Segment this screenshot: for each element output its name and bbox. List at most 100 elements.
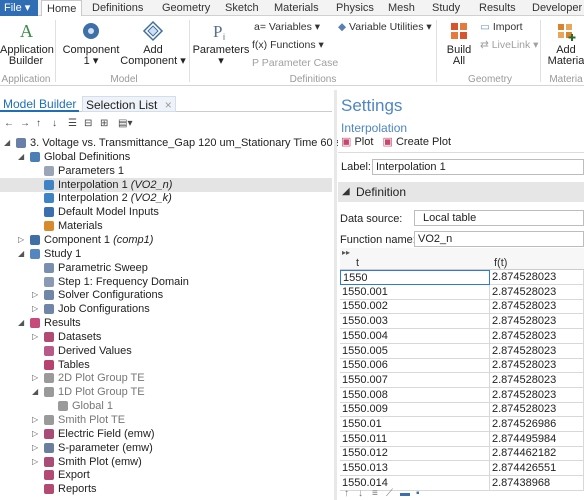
view-options-icon[interactable]: ▤▾ <box>118 118 132 129</box>
table-row[interactable]: 1550.007 2.874528023 <box>340 372 584 388</box>
table-row[interactable]: 1550.008 2.874528023 <box>340 387 584 403</box>
tree-item[interactable]: Reports <box>0 482 332 496</box>
expanded-arrow-icon[interactable]: ◢ <box>18 316 26 330</box>
delete-row-icon[interactable]: ≡ <box>372 488 378 499</box>
tab-developer[interactable]: Developer <box>532 0 582 16</box>
table-cell-t[interactable]: 1550.006 <box>340 358 490 374</box>
collapsed-arrow-icon[interactable]: ▷ <box>32 427 40 441</box>
table-row[interactable]: 1550.006 2.874528023 <box>340 358 584 374</box>
tab-definitions[interactable]: Definitions <box>92 0 143 16</box>
collapsed-arrow-icon[interactable]: ▷ <box>32 288 40 302</box>
column-header-t[interactable]: t <box>356 257 359 269</box>
collapse-icon[interactable]: ⊟ <box>84 118 92 129</box>
application-builder-button[interactable]: A Application Builder <box>0 20 54 67</box>
table-cell-ft[interactable]: 2.874526986 <box>490 417 584 432</box>
pane-divider[interactable] <box>334 90 337 500</box>
table-cell-t[interactable]: 1550.012 <box>340 446 490 462</box>
tree-item[interactable]: Materials <box>0 219 332 233</box>
expanded-arrow-icon[interactable]: ◢ <box>18 247 26 261</box>
table-cell-t[interactable]: 1550.013 <box>340 461 490 477</box>
tree-item[interactable]: Parameters 1 <box>0 164 332 178</box>
table-row[interactable]: 1550.01 2.874526986 <box>340 417 584 432</box>
tree-item[interactable]: Tables <box>0 358 332 372</box>
tree-item[interactable]: Parametric Sweep <box>0 261 332 275</box>
table-row[interactable]: 1550.012 2.874462182 <box>340 446 584 462</box>
file-menu-tab[interactable]: File ▾ <box>0 0 38 16</box>
add-material-button[interactable]: Add Materia <box>546 20 584 67</box>
table-cell-ft[interactable]: 2.874528023 <box>490 299 584 315</box>
back-arrow-icon[interactable]: ← <box>4 118 14 129</box>
expanded-arrow-icon[interactable]: ◢ <box>4 136 12 150</box>
tree-item[interactable]: Global 1 <box>0 399 332 413</box>
column-header-ft[interactable]: f(t) <box>494 257 507 269</box>
forward-arrow-icon[interactable]: → <box>20 118 30 129</box>
expanded-arrow-icon[interactable]: ◢ <box>18 150 26 164</box>
tree-item[interactable]: Default Model Inputs <box>0 205 332 219</box>
table-row[interactable]: 1550.003 2.874528023 <box>340 314 584 330</box>
collapsed-arrow-icon[interactable]: ▷ <box>18 233 26 247</box>
livelink-button[interactable]: ⇄ LiveLink ▾ <box>480 39 538 51</box>
clear-table-icon[interactable]: ⟋ <box>386 488 393 499</box>
tree-item[interactable]: ▷ Job Configurations <box>0 302 332 316</box>
plot-button[interactable]: ▣ Plot <box>341 136 373 148</box>
table-cell-t[interactable]: 1550.004 <box>340 328 490 344</box>
expanded-arrow-icon[interactable]: ◢ <box>32 385 40 399</box>
functions-button[interactable]: f(x) Functions ▾ <box>252 39 324 51</box>
table-cell-ft[interactable]: 2.874462182 <box>490 446 584 462</box>
tree-item[interactable]: ▷ Electric Field (emw) <box>0 427 332 441</box>
tree-item[interactable]: Derived Values <box>0 344 332 358</box>
table-row[interactable]: 1550.001 2.874528023 <box>340 284 584 300</box>
tab-materials[interactable]: Materials <box>274 0 319 16</box>
tree-item[interactable]: ▷ Datasets <box>0 330 332 344</box>
table-cell-ft[interactable]: 2.874528023 <box>490 314 584 330</box>
up-arrow-icon[interactable]: ↑ <box>36 118 41 129</box>
table-cell-ft[interactable]: 2.874528023 <box>490 358 584 374</box>
collapsed-arrow-icon[interactable]: ▷ <box>32 455 40 469</box>
table-cell-t[interactable]: 1550 <box>340 270 490 285</box>
tab-sketch[interactable]: Sketch <box>225 0 259 16</box>
label-field[interactable]: Interpolation 1 <box>372 159 584 175</box>
table-cell-t[interactable]: 1550.007 <box>340 372 490 388</box>
show-icon[interactable]: ☰ <box>68 118 77 129</box>
save-icon[interactable]: ▪ <box>416 488 420 499</box>
add-component-button[interactable]: Add Component ▾ <box>120 20 186 67</box>
table-cell-ft[interactable]: 2.874426551 <box>490 461 584 477</box>
parameter-case-button[interactable]: P Parameter Case <box>252 57 338 69</box>
table-cell-t[interactable]: 1550.005 <box>340 343 490 359</box>
parameters-button[interactable]: Pi Parameters ▾ <box>192 20 250 67</box>
down-arrow-icon[interactable]: ↓ <box>52 118 57 129</box>
load-icon[interactable]: ▬ <box>400 488 410 499</box>
collapsed-arrow-icon[interactable]: ▷ <box>32 441 40 455</box>
table-cell-ft[interactable]: 2.874528023 <box>490 270 584 285</box>
data-source-select[interactable]: Local table <box>414 210 584 226</box>
component-button[interactable]: Component 1 ▾ <box>62 20 120 67</box>
tree-item[interactable]: ▷ Smith Plot TE <box>0 413 332 427</box>
collapsed-arrow-icon[interactable]: ▷ <box>32 302 40 316</box>
table-cell-ft[interactable]: 2.874495984 <box>490 431 584 447</box>
collapsed-arrow-icon[interactable]: ▷ <box>32 330 40 344</box>
table-cell-t[interactable]: 1550.001 <box>340 284 490 300</box>
tree-item[interactable]: Interpolation 2 (VO2_k) <box>0 191 332 205</box>
table-cell-ft[interactable]: 2.874528023 <box>490 328 584 344</box>
table-cell-ft[interactable]: 2.874528023 <box>490 284 584 300</box>
tree-item[interactable]: Step 1: Frequency Domain <box>0 275 332 289</box>
table-cell-t[interactable]: 1550.003 <box>340 314 490 330</box>
build-all-button[interactable]: Build All <box>442 20 476 67</box>
tree-item[interactable]: ▷ S-parameter (emw) <box>0 441 332 455</box>
tab-results[interactable]: Results <box>479 0 516 16</box>
table-cell-t[interactable]: 1550.009 <box>340 402 490 418</box>
table-cell-ft[interactable]: 2.874528023 <box>490 387 584 403</box>
move-down-icon[interactable]: ↓ <box>358 488 363 499</box>
table-cell-t[interactable]: 1550.008 <box>340 387 490 403</box>
tree-item[interactable]: ◢ 3. Voltage vs. Transmittance_Gap 120 um… <box>0 136 365 150</box>
variables-button[interactable]: a= Variables ▾ <box>254 21 320 33</box>
table-row[interactable]: 1550.009 2.874528023 <box>340 402 584 418</box>
table-row[interactable]: 1550.011 2.874495984 <box>340 431 584 447</box>
table-cell-ft[interactable]: 2.874528023 <box>490 343 584 359</box>
tree-item[interactable]: Export <box>0 468 332 482</box>
tab-mesh[interactable]: Mesh <box>388 0 415 16</box>
tree-item[interactable]: ◢ Results <box>0 316 332 330</box>
tree-item[interactable]: ▷ Smith Plot (emw) <box>0 455 332 469</box>
create-plot-button[interactable]: ▣ Create Plot <box>383 136 452 148</box>
definition-section-header[interactable]: ◢ Definition <box>338 182 584 202</box>
